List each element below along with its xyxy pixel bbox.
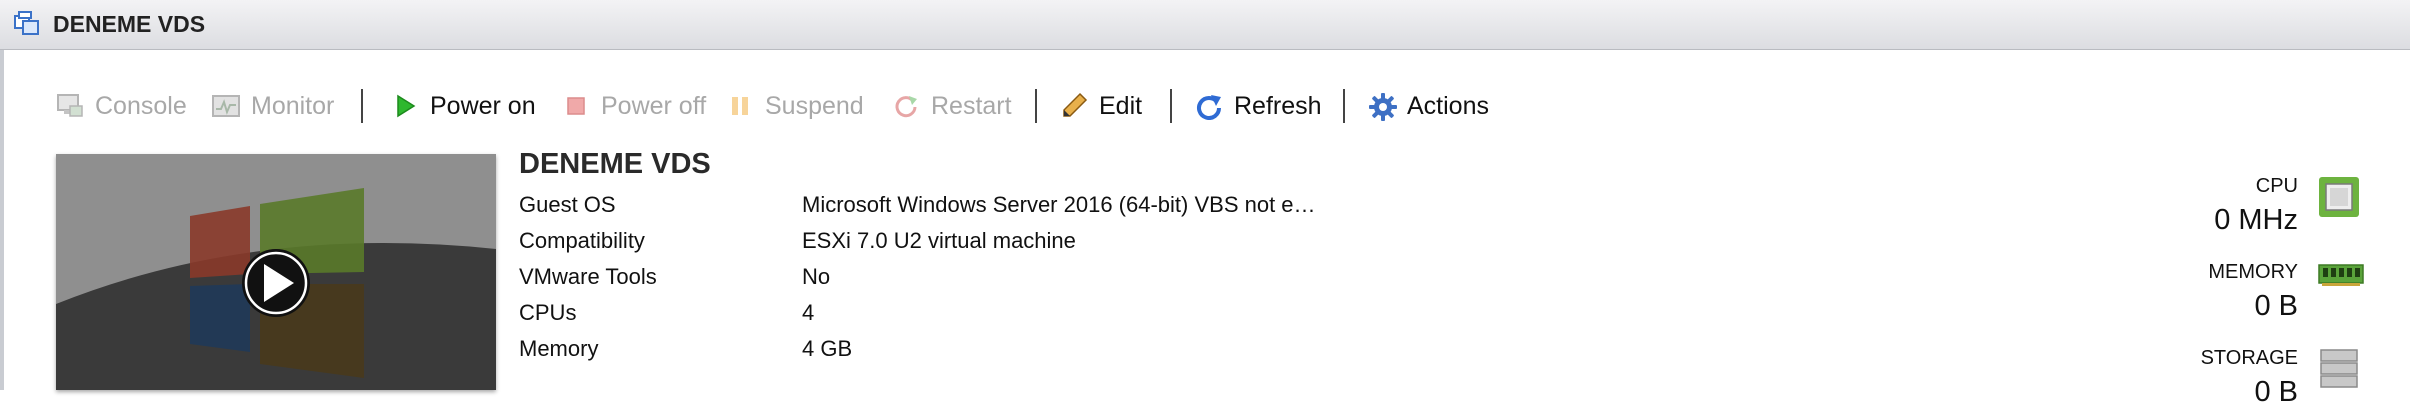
cpu-usage-value: 0 MHz	[2214, 204, 2298, 236]
toolbar-separator	[1343, 89, 1345, 123]
toolbar-separator	[1035, 89, 1037, 123]
memory-usage-label: MEMORY	[2208, 261, 2298, 283]
window-titlebar: DENEME VDS	[0, 0, 2410, 50]
vm-toolbar: Console Monitor Power on Power off Suspe…	[52, 86, 1652, 126]
console-icon	[56, 92, 84, 120]
vmware-tools-label: VMware Tools	[519, 264, 657, 289]
toolbar-separator	[1170, 89, 1172, 123]
memory-value: 4 GB	[802, 336, 853, 361]
play-icon	[391, 92, 419, 120]
vm-name-heading: DENEME VDS	[519, 148, 711, 180]
virtual-machine-icon	[14, 11, 40, 37]
gear-icon	[1368, 92, 1397, 121]
toolbar-separator	[361, 89, 363, 123]
actions-menu-button[interactable]: Actions	[1368, 86, 1489, 126]
actions-label: Actions	[1407, 91, 1489, 120]
memory-usage-value: 0 B	[2254, 290, 2298, 322]
storage-usage-label: STORAGE	[2200, 347, 2298, 369]
refresh-button[interactable]: Refresh	[1195, 86, 1322, 126]
suspend-button[interactable]: Suspend	[726, 86, 864, 126]
monitor-label: Monitor	[251, 91, 335, 120]
cpus-label: CPUs	[519, 300, 577, 325]
console-button[interactable]: Console	[56, 86, 187, 126]
memory-module-icon	[2318, 262, 2364, 292]
guest-os-label: Guest OS	[519, 192, 616, 217]
monitor-button[interactable]: Monitor	[212, 86, 334, 126]
console-thumbnail[interactable]	[56, 154, 496, 390]
stop-icon	[562, 92, 590, 120]
panel-left-edge	[0, 50, 4, 390]
edit-label: Edit	[1099, 91, 1143, 120]
compatibility-value: ESXi 7.0 U2 virtual machine	[802, 228, 1076, 253]
cpu-chip-icon	[2318, 176, 2360, 218]
power-on-label: Power on	[430, 91, 536, 120]
refresh-label: Refresh	[1234, 91, 1322, 120]
console-label: Console	[95, 91, 187, 120]
suspend-label: Suspend	[765, 91, 864, 120]
monitor-icon	[212, 92, 240, 120]
guest-os-value: Microsoft Windows Server 2016 (64-bit) V…	[802, 192, 1316, 217]
compatibility-label: Compatibility	[519, 228, 645, 253]
pencil-icon	[1060, 92, 1088, 120]
restart-icon	[892, 92, 920, 120]
window-title: DENEME VDS	[53, 11, 206, 37]
restart-button[interactable]: Restart	[892, 86, 1012, 126]
cpu-usage-label: CPU	[2255, 175, 2298, 197]
vmware-tools-value: No	[802, 264, 831, 289]
refresh-icon	[1195, 92, 1223, 120]
power-off-button[interactable]: Power off	[562, 86, 706, 126]
pause-icon	[726, 92, 754, 120]
storage-usage-value: 0 B	[2254, 376, 2298, 408]
play-console-icon	[242, 249, 310, 317]
storage-disk-icon	[2318, 348, 2360, 390]
edit-button[interactable]: Edit	[1060, 86, 1142, 126]
restart-label: Restart	[931, 91, 1012, 120]
power-off-label: Power off	[601, 91, 707, 120]
memory-label: Memory	[519, 336, 599, 361]
cpus-value: 4	[802, 300, 815, 325]
power-on-button[interactable]: Power on	[391, 86, 536, 126]
